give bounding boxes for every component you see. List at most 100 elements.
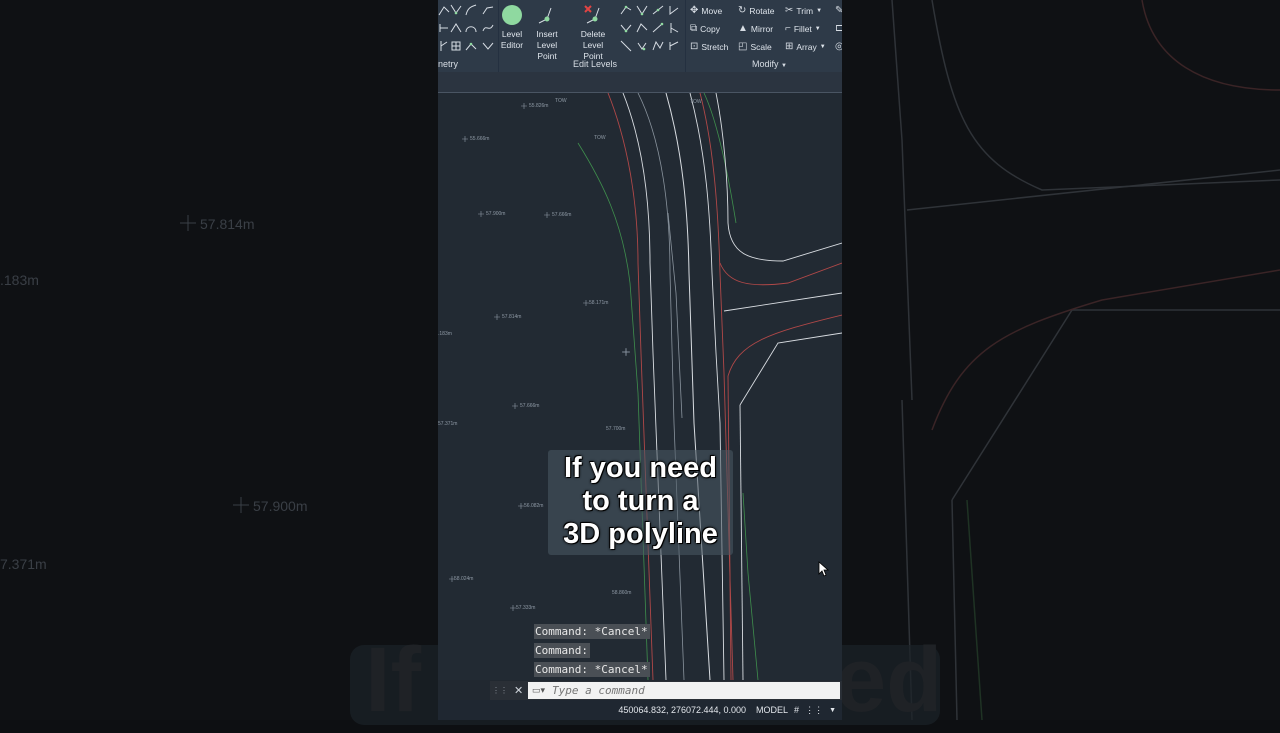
fillet-arc-icon[interactable] (465, 22, 477, 34)
group-label-geometry: netry (438, 59, 459, 69)
drawing-canvas[interactable]: 55.826m TOW TOW TOW 55.666m 57.900m 57.6… (438, 93, 842, 680)
command-prompt-icon[interactable]: ▭▾ (532, 685, 545, 696)
set-grade-between-icon[interactable] (620, 40, 632, 52)
stretch-button[interactable]: ⊡ Stretch (690, 41, 728, 52)
scale-label: Scale (750, 41, 772, 52)
bg-level-label: .183m (0, 272, 39, 288)
arc-icon[interactable] (465, 4, 477, 16)
insert-elevation-icon[interactable] (668, 40, 680, 52)
insert-level-point-label: Insert Level Point (536, 29, 558, 61)
spot-level-label: 57.371m (438, 421, 458, 427)
spot-level-label: 56.082m (524, 503, 544, 509)
scale-icon: ◰ (738, 41, 748, 52)
copy-button[interactable]: ⧉ Copy (690, 23, 720, 34)
feature-line-icon[interactable] (450, 4, 462, 16)
erase-icon[interactable]: ✎ (835, 5, 842, 16)
adjacent-levels-icon[interactable] (668, 22, 680, 34)
delete-level-point-icon (584, 5, 600, 24)
model-space-button[interactable]: MODEL (756, 705, 788, 715)
tow-label: TOW (690, 99, 702, 105)
command-history-line: Command: *Cancel* (534, 662, 650, 677)
file-tabs-strip (438, 72, 842, 93)
spot-level-label: 57.666m (552, 212, 572, 218)
trim-button[interactable]: ✂ Trim ▼ (785, 5, 822, 16)
snap-dropdown-icon[interactable]: ▼ (829, 707, 836, 714)
command-line: ⋮⋮ ✕ 🔧 ▭▾ (490, 681, 842, 700)
scale-button[interactable]: ◰ Scale (738, 41, 772, 52)
stretch-icon: ⊡ (690, 41, 699, 52)
insert-high-low-icon[interactable] (620, 22, 632, 34)
explode-icon[interactable]: ⊏ (835, 23, 842, 34)
insert-level-point-button[interactable]: Insert Level Point (526, 4, 568, 62)
background-left: 57.814m .183m 57.900m 7.371m (0, 0, 438, 720)
move-button[interactable]: ✥ Move (690, 5, 722, 16)
set-grade-icon[interactable] (652, 4, 664, 16)
command-history-line: Command: (534, 643, 590, 658)
fillet-button[interactable]: ⌐ Fillet ▼ (785, 23, 821, 34)
array-dropdown-icon[interactable]: ▼ (820, 44, 826, 50)
join-icon[interactable] (450, 22, 462, 34)
fillet-icon: ⌐ (785, 23, 791, 34)
copy-icon: ⧉ (690, 23, 698, 34)
caption-line: If you need (563, 452, 718, 484)
spline-icon[interactable] (482, 22, 494, 34)
array-label: Array (796, 41, 817, 52)
command-input[interactable] (528, 682, 840, 699)
coordinates-readout[interactable]: 450064.832, 276072.444, 0.000 (618, 705, 746, 715)
modify-expand-icon: ▼ (781, 63, 787, 69)
raise-lower-icon[interactable] (620, 4, 632, 16)
set-level-icon[interactable] (636, 4, 648, 16)
ribbon-separator (685, 0, 686, 72)
rotate-label: Rotate (749, 5, 775, 16)
offset-icon[interactable]: ◎ (835, 41, 842, 52)
spot-level-label: 57.666m (520, 403, 540, 409)
spot-level-label: 58.171m (589, 300, 609, 306)
grid-icon[interactable] (450, 40, 462, 52)
copy-label: Copy (700, 23, 720, 34)
background-left-drawing (180, 215, 249, 513)
polyline-icon[interactable] (438, 4, 450, 16)
fillet-dropdown-icon[interactable]: ▼ (815, 26, 821, 32)
command-history-line: Command: *Cancel* (534, 624, 650, 639)
caption-line: 3D polyline (563, 518, 718, 550)
spot-level-label: 57.700m (606, 426, 626, 432)
background-caption-fragment: If (365, 629, 422, 731)
snap-mode-icon[interactable]: ⋮⋮ (805, 705, 823, 716)
trim-dropdown-icon[interactable]: ▼ (816, 8, 822, 14)
delete-level-point-button[interactable]: Delete Level Point (570, 4, 616, 62)
trim-icon: ✂ (785, 5, 794, 16)
spot-level-label: 55.666m (470, 136, 490, 142)
stretch-label: Stretch (701, 41, 729, 52)
fillet-label: Fillet (793, 23, 812, 34)
move-label: Move (701, 5, 723, 16)
raise-lower-by-reference-icon[interactable] (636, 22, 648, 34)
spot-level-label: .183m (438, 331, 452, 337)
rotate-icon: ↻ (738, 5, 747, 16)
level-editor-button[interactable]: Level Editor (499, 4, 525, 51)
spot-level-label: 57.814m (502, 314, 522, 320)
drag-handle-icon[interactable]: ⋮⋮ (492, 686, 508, 695)
status-bar: 450064.832, 276072.444, 0.000 MODEL # ⋮⋮… (438, 700, 842, 720)
delete-level-point-label: Delete Level Point (580, 29, 606, 61)
raise-lower-objects-icon[interactable] (636, 40, 648, 52)
close-icon[interactable]: ✕ (514, 684, 523, 697)
elevation-icon[interactable] (652, 40, 664, 52)
weed-icon[interactable] (438, 40, 450, 52)
set-grade-slope-icon[interactable] (652, 22, 664, 34)
curve-icon[interactable] (482, 4, 494, 16)
level-from-surface-icon[interactable] (668, 4, 680, 16)
smooth-icon[interactable] (465, 40, 477, 52)
ribbon: netry Level Editor Insert Level Point De… (438, 0, 842, 73)
array-button[interactable]: ⊞ Array ▼ (785, 41, 826, 52)
spot-level-label: 57.900m (486, 211, 506, 217)
mirror-button[interactable]: ▲ Mirror (738, 23, 773, 34)
group-label-modify[interactable]: Modify ▼ (752, 59, 787, 69)
level-editor-icon (502, 5, 522, 25)
array-icon: ⊞ (785, 41, 794, 52)
bg-level-label: 57.900m (253, 498, 308, 514)
grid-icon[interactable]: # (794, 705, 799, 715)
reverse-icon[interactable] (482, 40, 494, 52)
break-icon[interactable] (438, 22, 450, 34)
group-label-modify-text: Modify (752, 59, 779, 69)
rotate-button[interactable]: ↻ Rotate (738, 5, 774, 16)
